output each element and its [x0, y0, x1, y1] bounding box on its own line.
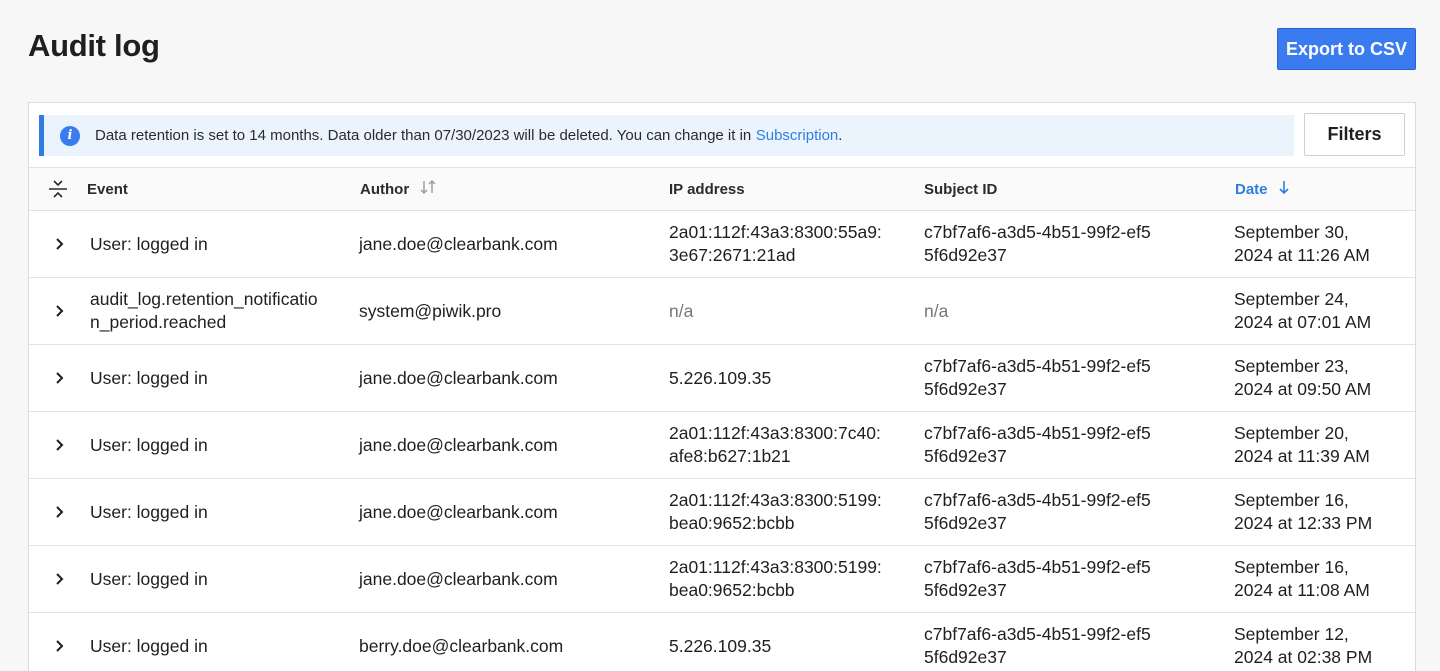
arrow-down-icon[interactable]	[1278, 180, 1290, 198]
subject-id-cell: c7bf7af6-a3d5-4b51-99f2-ef55f6d92e37	[924, 222, 1151, 265]
event-cell: User: logged in	[90, 233, 208, 254]
info-icon: i	[60, 125, 80, 146]
event-cell: User: logged in	[90, 367, 208, 388]
table-row[interactable]: audit_log.retention_notification_period.…	[29, 278, 1415, 345]
table-row[interactable]: User: logged in jane.doe@clearbank.com 5.2…	[29, 345, 1415, 412]
date-cell: September 20, 2024 at 11:39 AM	[1234, 412, 1409, 478]
author-cell: jane.doe@clearbank.com	[359, 568, 558, 589]
date-cell: September 30, 2024 at 11:26 AM	[1234, 211, 1409, 277]
subject-id-cell: c7bf7af6-a3d5-4b51-99f2-ef55f6d92e37	[924, 557, 1151, 600]
date-line: 2024 at 11:08 AM	[1234, 580, 1370, 600]
column-header-event: Event	[87, 180, 128, 198]
sort-icon[interactable]	[419, 180, 437, 198]
author-cell: jane.doe@clearbank.com	[359, 434, 558, 455]
ip-cell: n/a	[669, 300, 694, 321]
date-line: September 16,	[1234, 557, 1349, 577]
date-cell: September 16, 2024 at 12:33 PM	[1234, 479, 1409, 545]
table-row[interactable]: User: logged in jane.doe@clearbank.com 2a0…	[29, 479, 1415, 546]
table-row[interactable]: User: logged in jane.doe@clearbank.com 2a0…	[29, 412, 1415, 479]
column-header-ip: IP address	[669, 180, 745, 198]
date-line: 2024 at 09:50 AM	[1234, 379, 1372, 399]
event-cell: User: logged in	[90, 568, 208, 589]
author-cell: jane.doe@clearbank.com	[359, 233, 558, 254]
chevron-right-icon[interactable]	[53, 369, 67, 387]
chevron-right-icon[interactable]	[53, 570, 67, 588]
date-line: 2024 at 07:01 AM	[1234, 312, 1372, 332]
date-line: September 20,	[1234, 423, 1349, 443]
banner-text: Data retention is set to 14 months. Data…	[95, 127, 752, 144]
date-line: 2024 at 11:26 AM	[1234, 245, 1370, 265]
chevron-right-icon[interactable]	[53, 503, 67, 521]
table-row[interactable]: User: logged in jane.doe@clearbank.com 2a0…	[29, 546, 1415, 613]
subject-id-cell: c7bf7af6-a3d5-4b51-99f2-ef55f6d92e37	[924, 490, 1151, 533]
collapse-all-icon[interactable]	[47, 179, 69, 199]
export-csv-button[interactable]: Export to CSV	[1277, 28, 1416, 70]
date-line: September 24,	[1234, 289, 1349, 309]
subject-id-cell: n/a	[924, 300, 949, 321]
subject-id-cell: c7bf7af6-a3d5-4b51-99f2-ef55f6d92e37	[924, 423, 1151, 466]
event-cell: audit_log.retention_notification_period.…	[90, 289, 318, 332]
date-line: September 23,	[1234, 356, 1349, 376]
event-cell: User: logged in	[90, 635, 208, 656]
subscription-link[interactable]: Subscription	[756, 127, 839, 144]
date-line: 2024 at 12:33 PM	[1234, 513, 1373, 533]
ip-cell: 5.226.109.35	[669, 367, 772, 388]
date-cell: September 23, 2024 at 09:50 AM	[1234, 345, 1409, 411]
author-cell: jane.doe@clearbank.com	[359, 501, 558, 522]
date-line: September 16,	[1234, 490, 1349, 510]
subject-id-cell: c7bf7af6-a3d5-4b51-99f2-ef55f6d92e37	[924, 356, 1151, 399]
date-cell: September 24, 2024 at 07:01 AM	[1234, 278, 1409, 344]
chevron-right-icon[interactable]	[53, 637, 67, 655]
ip-cell: 2a01:112f:43a3:8300:55a9:3e67:2671:21ad	[669, 222, 882, 265]
column-header-date[interactable]: Date	[1235, 168, 1290, 210]
table-row[interactable]: User: logged in berry.doe@clearbank.com 5.…	[29, 613, 1415, 671]
page-title: Audit log	[28, 28, 160, 63]
date-line: 2024 at 11:39 AM	[1234, 446, 1370, 466]
ip-cell: 2a01:112f:43a3:8300:5199:bea0:9652:bcbb	[669, 557, 882, 600]
date-line: 2024 at 02:38 PM	[1234, 647, 1373, 667]
ip-cell: 5.226.109.35	[669, 635, 772, 656]
table-row[interactable]: User: logged in jane.doe@clearbank.com 2a0…	[29, 211, 1415, 278]
event-cell: User: logged in	[90, 434, 208, 455]
date-line: September 30,	[1234, 222, 1349, 242]
author-cell: system@piwik.pro	[359, 300, 502, 321]
author-cell: berry.doe@clearbank.com	[359, 635, 564, 656]
date-cell: September 12, 2024 at 02:38 PM	[1234, 613, 1409, 671]
column-header-subject: Subject ID	[924, 180, 998, 198]
author-cell: jane.doe@clearbank.com	[359, 367, 558, 388]
audit-log-panel: i Data retention is set to 14 months. Da…	[28, 102, 1416, 671]
date-line: September 12,	[1234, 624, 1349, 644]
column-header-author[interactable]: Author	[360, 168, 437, 210]
ip-cell: 2a01:112f:43a3:8300:5199:bea0:9652:bcbb	[669, 490, 882, 533]
date-cell: September 16, 2024 at 11:08 AM	[1234, 546, 1409, 612]
chevron-right-icon[interactable]	[53, 235, 67, 253]
retention-banner: i Data retention is set to 14 months. Da…	[39, 115, 1294, 156]
filters-button[interactable]: Filters	[1304, 113, 1405, 156]
banner-suffix: .	[838, 127, 843, 144]
subject-id-cell: c7bf7af6-a3d5-4b51-99f2-ef55f6d92e37	[924, 624, 1151, 667]
event-cell: User: logged in	[90, 501, 208, 522]
ip-cell: 2a01:112f:43a3:8300:7c40:afe8:b627:1b21	[669, 423, 881, 466]
table-header: Event Author IP address Subject ID Date	[29, 167, 1415, 211]
chevron-right-icon[interactable]	[53, 302, 67, 320]
chevron-right-icon[interactable]	[53, 436, 67, 454]
